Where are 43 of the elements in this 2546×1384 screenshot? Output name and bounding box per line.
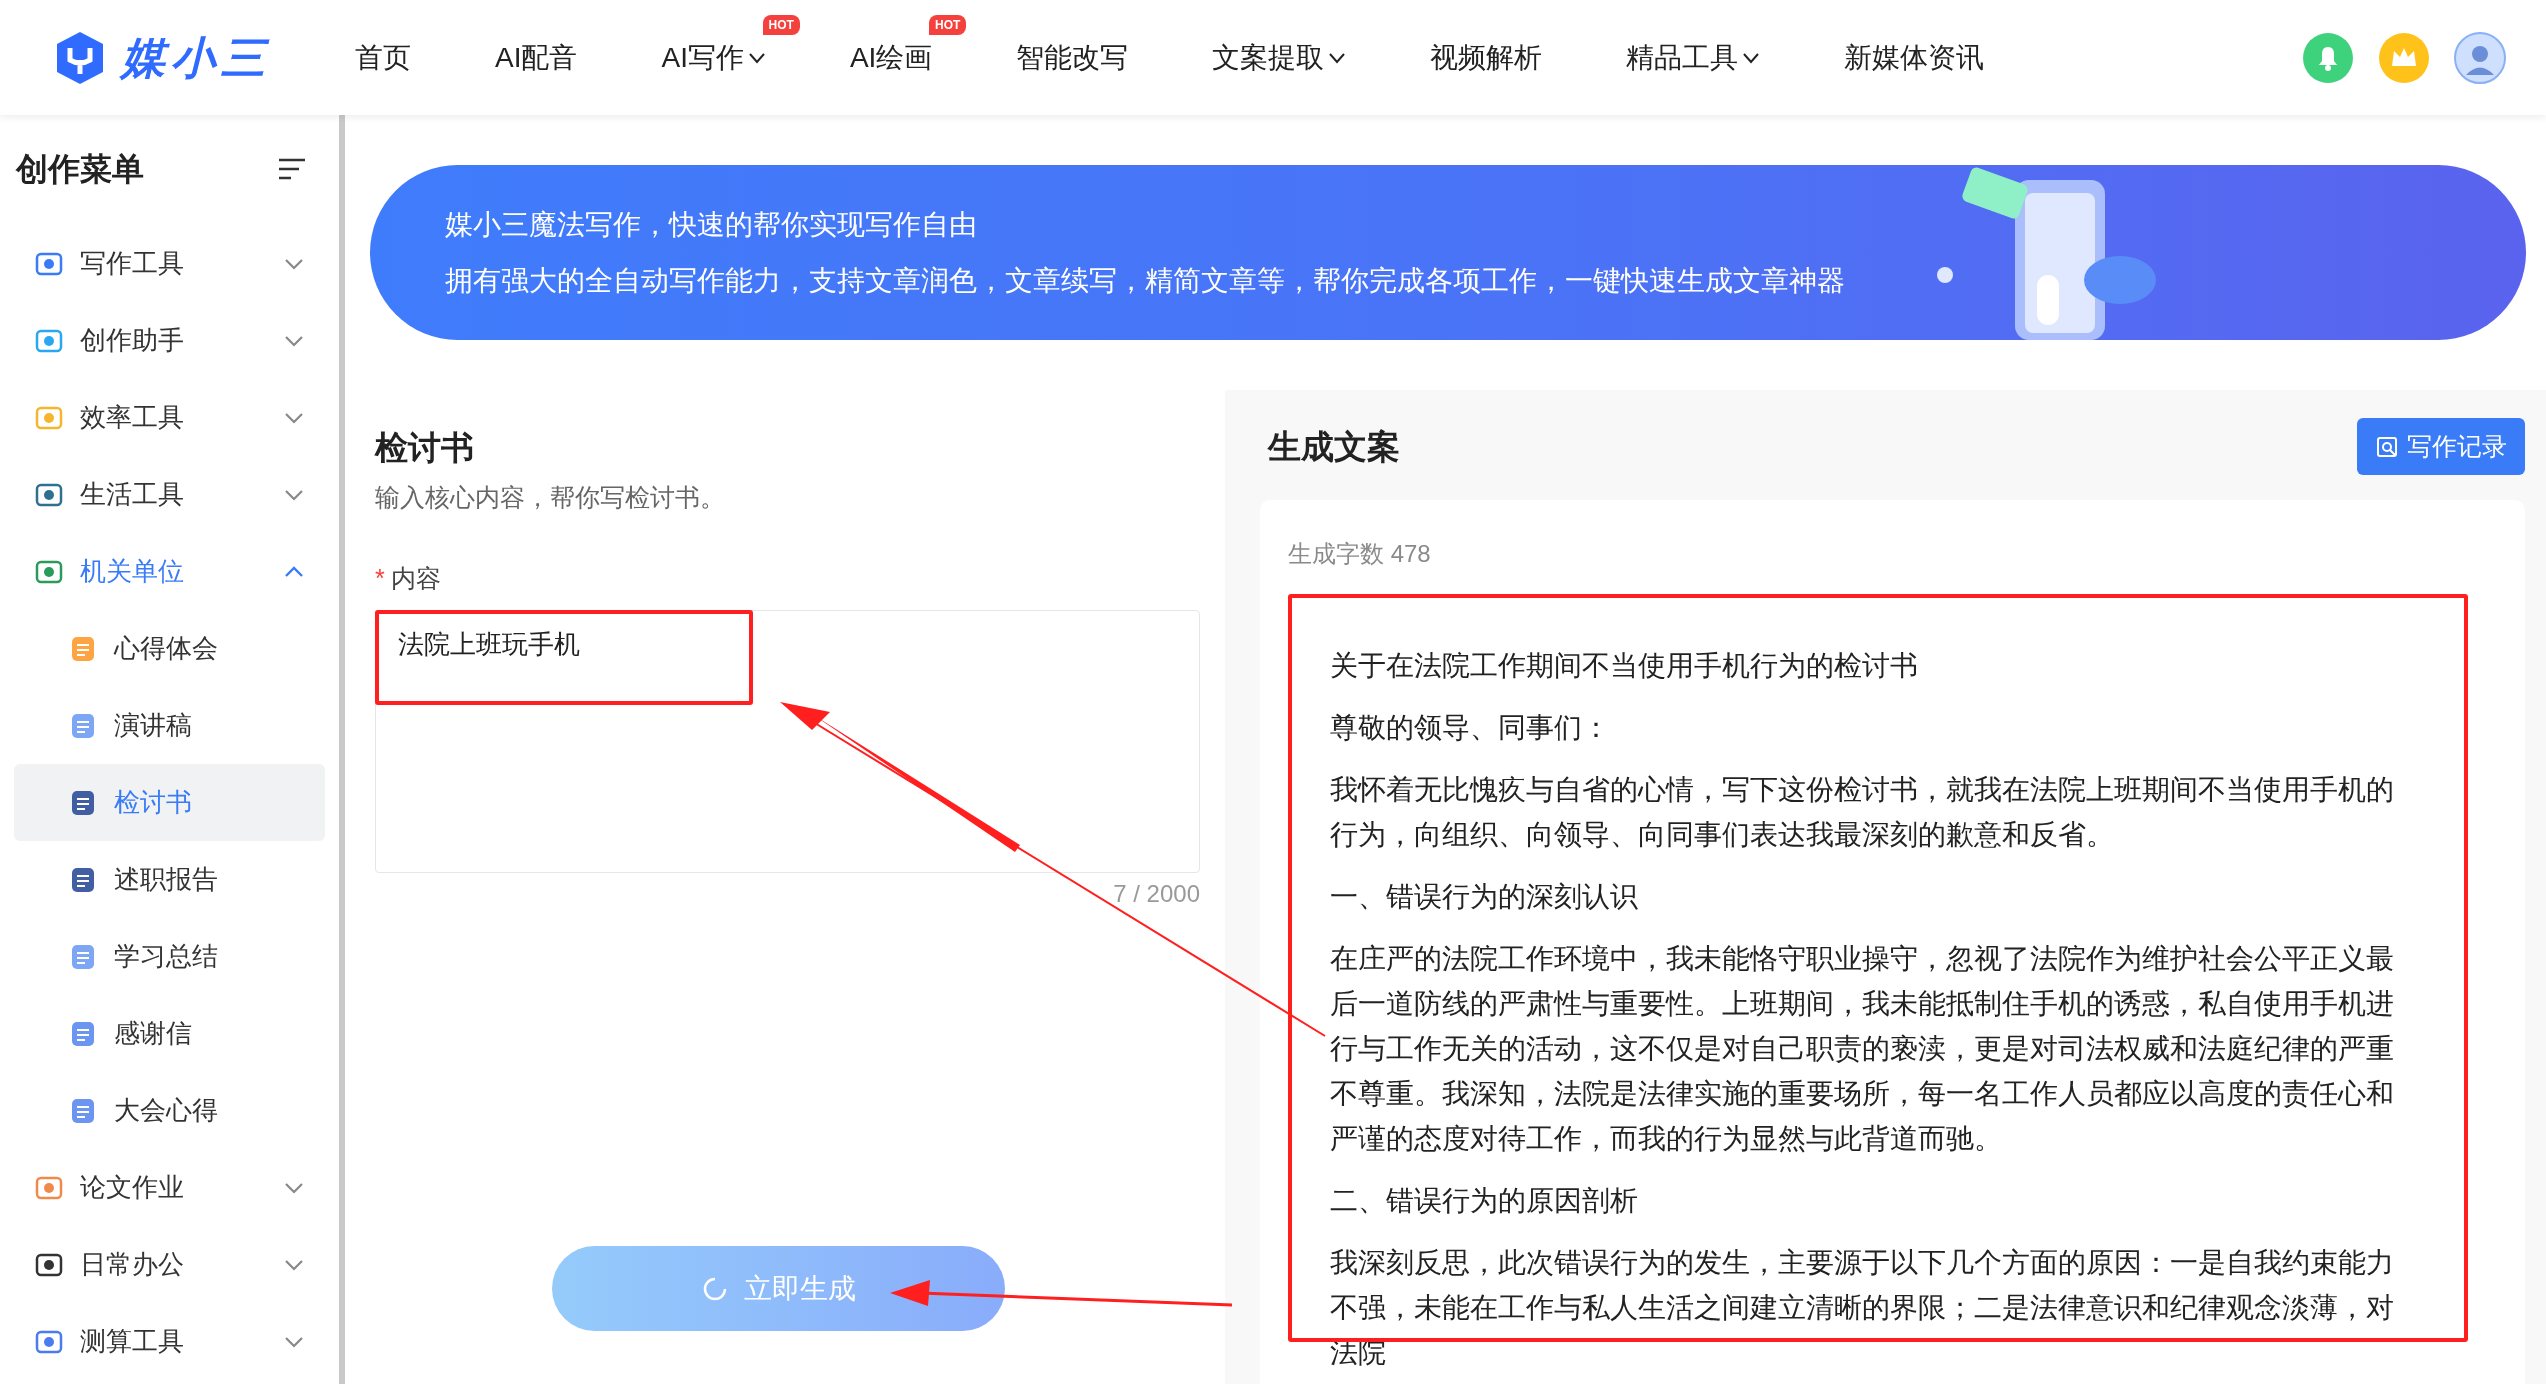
nav-link[interactable]: 新媒体资讯 bbox=[1844, 36, 1985, 79]
field-label: 内容 bbox=[390, 563, 441, 593]
result-paragraph: 尊敬的领导、同事们： bbox=[1330, 711, 1611, 745]
sidebar-item[interactable]: 论文作业 bbox=[14, 1149, 325, 1226]
sidebar-item[interactable]: 感谢信 bbox=[14, 995, 325, 1072]
hot-badge: HOT bbox=[929, 14, 967, 35]
character-counter: 7 / 2000 bbox=[1112, 879, 1200, 909]
sidebar-item[interactable]: 生活工具 bbox=[14, 456, 325, 533]
logo-text[interactable]: 媒小三 bbox=[121, 24, 271, 91]
sidebar-item[interactable]: 大会心得 bbox=[14, 1072, 325, 1149]
result-title: 生成文案 bbox=[1268, 426, 1400, 467]
nav-link[interactable]: 文案提取 bbox=[1212, 36, 1347, 79]
result-paragraph: 一、错误行为的深刻认识 bbox=[1330, 880, 1639, 914]
banner-text: 拥有强大的全自动写作能力，支持文章润色，文章续写，精简文章等，帮你完成各项工作，一键快速生成文章神器 bbox=[445, 263, 1846, 298]
result-paragraph: 关于在法院工作期间不当使用手机行为的检讨书 bbox=[1330, 649, 1919, 683]
result-paragraph: 我怀着无比愧疚与自省的心情，写下这份检讨书，就我在法院上班期间不当使用手机的行为，向组织、向领导、向同事们表达我最深刻的歉意和反省。 bbox=[1330, 773, 2395, 852]
nav-link[interactable]: 精品工具 bbox=[1626, 36, 1761, 79]
history-button[interactable]: 写作记录 bbox=[2357, 418, 2525, 475]
content-field[interactable]: 法院上班玩手机 bbox=[375, 610, 1200, 873]
nav-link[interactable]: 视频解析 bbox=[1430, 36, 1543, 79]
nav-link[interactable]: 首页 bbox=[355, 36, 411, 79]
banner-text: 媒小三魔法写作，快速的帮你实现写作自由 bbox=[445, 207, 978, 242]
nav-link[interactable]: AI配音 bbox=[495, 36, 578, 79]
sidebar-item[interactable]: 心得体会 bbox=[14, 610, 325, 687]
form-subtitle: 输入核心内容，帮你写检讨书。 bbox=[375, 482, 726, 512]
sidebar-item[interactable]: 述职报告 bbox=[14, 841, 325, 918]
form-title: 检讨书 bbox=[375, 428, 475, 468]
sidebar-item[interactable]: 学习总结 bbox=[14, 918, 325, 995]
hot-badge: HOT bbox=[762, 14, 800, 35]
nav-link[interactable]: 智能改写 bbox=[1016, 36, 1129, 79]
sidebar-item[interactable]: 测算工具 bbox=[14, 1303, 325, 1380]
word-count: 生成字数 478 bbox=[1288, 539, 1432, 568]
result-paragraph: 二、错误行为的原因剖析 bbox=[1330, 1184, 1639, 1218]
sidebar-item[interactable]: 演讲稿 bbox=[14, 687, 325, 764]
sidebar-item[interactable]: 写作工具 bbox=[14, 225, 325, 302]
sidebar-title: 创作菜单 bbox=[16, 150, 144, 189]
sidebar-item[interactable]: 机关单位 bbox=[14, 533, 325, 610]
sidebar-item[interactable]: 效率工具 bbox=[14, 379, 325, 456]
result-paragraph: 在庄严的法院工作环境中，我未能恪守职业操守，忽视了法院作为维护社会公平正义最后一道防线的严肃性与重要性。上班期间，我未能抵制住手机的诱惑，私自使用手机进行与工作无关的活动，这不仅是对自己职责的亵渎，更是对司法权威和法庭纪律的严重不尊重。我深知，法院是法律实施的重要场所，每一名工作人员都应以高度的责任心和严谨的态度对待工作，而我的行为显然与此背道而驰。 bbox=[1330, 942, 2395, 1156]
required-mark: * bbox=[375, 563, 385, 593]
sidebar-item[interactable]: 检讨书 bbox=[14, 764, 325, 841]
sidebar-item[interactable]: 创作助手 bbox=[14, 302, 325, 379]
sidebar-item[interactable]: 日常办公 bbox=[14, 1226, 325, 1303]
